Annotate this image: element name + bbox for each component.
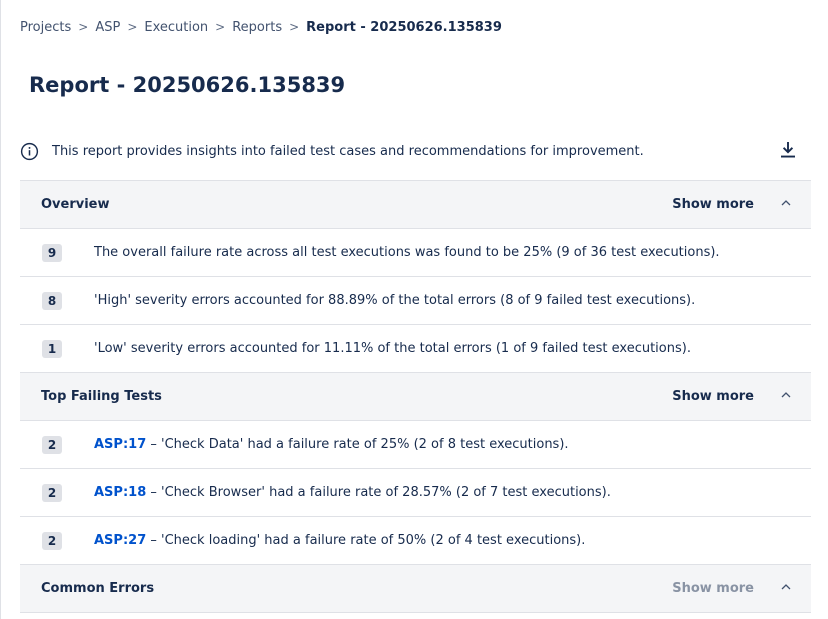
list-item: 1 'Low' severity errors accounted for 11…: [20, 325, 811, 372]
page-title: Report - 20250626.135839: [29, 73, 346, 97]
item-description: – 'Check Data' had a failure rate of 25%…: [146, 437, 569, 452]
test-link-asp-27[interactable]: ASP:27: [94, 533, 146, 548]
show-more-button[interactable]: Show more: [672, 197, 754, 212]
info-circle-icon: [20, 142, 39, 161]
download-icon[interactable]: [778, 140, 798, 160]
info-text: This report provides insights into faile…: [52, 143, 644, 159]
report-sections: Overview Show more 9 The overall failure…: [20, 180, 811, 613]
breadcrumb-asp[interactable]: ASP: [95, 20, 120, 35]
item-text: ASP:18 – 'Check Browser' had a failure r…: [94, 485, 611, 500]
section-title: Overview: [41, 197, 110, 212]
breadcrumb-projects[interactable]: Projects: [20, 20, 71, 35]
count-badge: 1: [42, 339, 62, 358]
breadcrumb-separator: >: [289, 20, 300, 34]
section-header-overview[interactable]: Overview Show more: [20, 180, 811, 229]
breadcrumb-reports[interactable]: Reports: [232, 20, 282, 35]
show-more-button[interactable]: Show more: [672, 581, 754, 596]
count-badge: 8: [42, 291, 62, 310]
item-text: ASP:27 – 'Check loading' had a failure r…: [94, 533, 585, 548]
info-banner: This report provides insights into faile…: [20, 136, 810, 166]
item-text: The overall failure rate across all test…: [94, 245, 720, 260]
count-badge: 2: [42, 531, 62, 550]
list-item: 2 ASP:17 – 'Check Data' had a failure ra…: [20, 421, 811, 469]
count-badge: 2: [42, 435, 62, 454]
chevron-up-icon[interactable]: [780, 197, 792, 209]
breadcrumb-separator: >: [78, 20, 89, 34]
list-item: 8 'High' severity errors accounted for 8…: [20, 277, 811, 325]
list-item: 9 The overall failure rate across all te…: [20, 229, 811, 277]
breadcrumb: Projects > ASP > Execution > Reports > R…: [20, 18, 502, 36]
breadcrumb-current: Report - 20250626.135839: [306, 19, 502, 35]
list-item: 2 ASP:18 – 'Check Browser' had a failure…: [20, 469, 811, 517]
test-link-asp-18[interactable]: ASP:18: [94, 485, 146, 500]
section-header-top-failing-tests[interactable]: Top Failing Tests Show more: [20, 372, 811, 421]
item-text: 'Low' severity errors accounted for 11.1…: [94, 341, 691, 356]
chevron-up-icon[interactable]: [780, 389, 792, 401]
breadcrumb-separator: >: [215, 20, 226, 34]
section-title: Common Errors: [41, 581, 155, 596]
breadcrumb-separator: >: [127, 20, 138, 34]
section-header-common-errors[interactable]: Common Errors Show more: [20, 564, 811, 613]
count-badge: 9: [42, 243, 62, 262]
item-description: – 'Check Browser' had a failure rate of …: [146, 485, 611, 500]
left-border: [0, 0, 1, 619]
show-more-button[interactable]: Show more: [672, 389, 754, 404]
count-badge: 2: [42, 483, 62, 502]
section-title: Top Failing Tests: [41, 389, 162, 404]
chevron-up-icon[interactable]: [780, 581, 792, 593]
breadcrumb-execution[interactable]: Execution: [144, 20, 208, 35]
list-item: 2 ASP:27 – 'Check loading' had a failure…: [20, 517, 811, 564]
item-description: – 'Check loading' had a failure rate of …: [146, 533, 586, 548]
test-link-asp-17[interactable]: ASP:17: [94, 437, 146, 452]
item-text: 'High' severity errors accounted for 88.…: [94, 293, 696, 308]
item-text: ASP:17 – 'Check Data' had a failure rate…: [94, 437, 569, 452]
